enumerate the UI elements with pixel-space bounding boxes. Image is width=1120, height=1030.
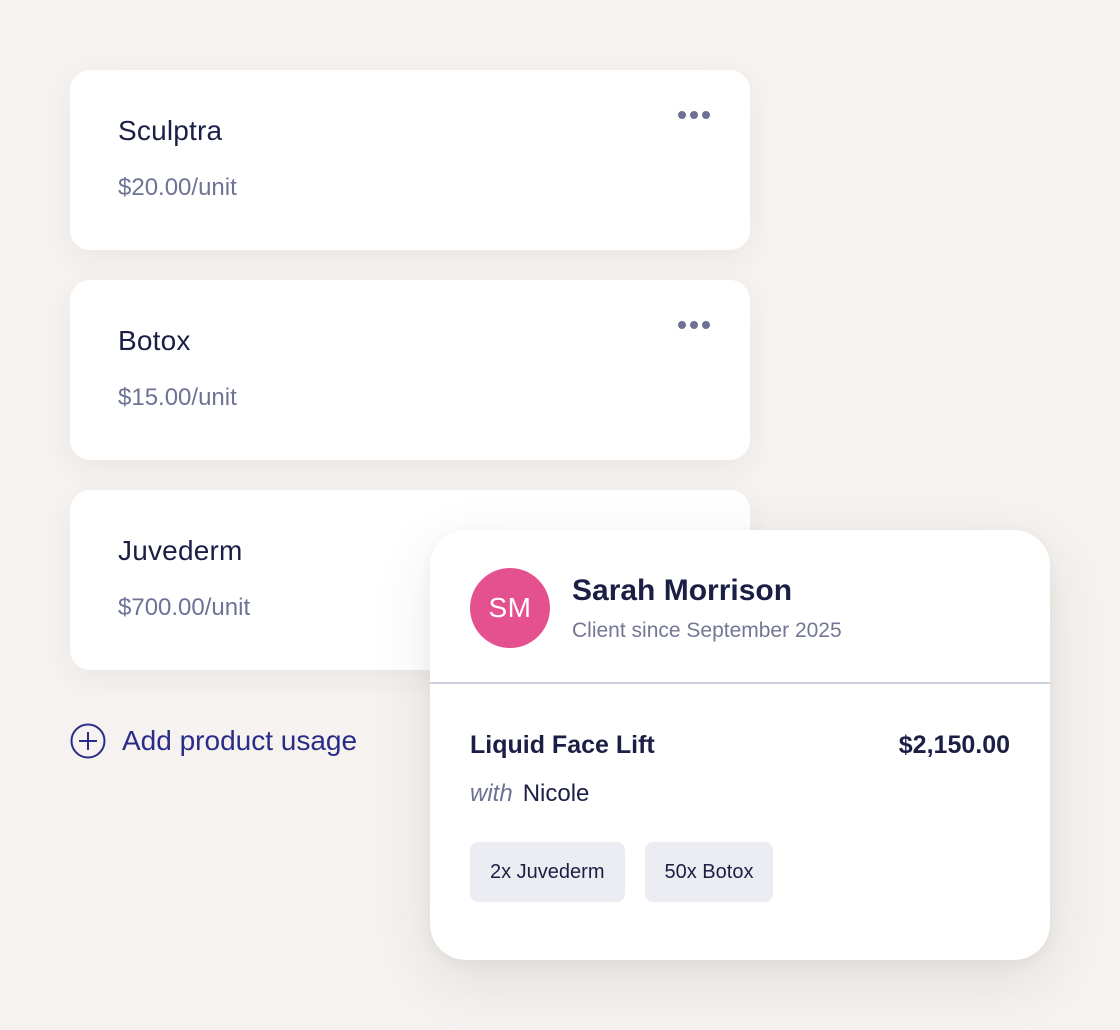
product-usage-tags: 2x Juvederm 50x Botox bbox=[470, 842, 774, 902]
product-price: $700.00/unit bbox=[118, 594, 251, 621]
product-price: $20.00/unit bbox=[118, 174, 237, 201]
add-product-usage-button[interactable]: Add product usage bbox=[70, 722, 357, 760]
client-appointment-card: SM Sarah Morrison Client since September… bbox=[430, 530, 1050, 960]
more-options-button[interactable] bbox=[674, 314, 714, 336]
add-product-usage-label: Add product usage bbox=[122, 725, 358, 756]
plus-circle-icon bbox=[70, 723, 106, 759]
provider-prefix: with bbox=[470, 780, 513, 807]
divider bbox=[430, 682, 1050, 684]
product-usage-tag: 2x Juvederm bbox=[470, 842, 625, 902]
product-name: Botox bbox=[118, 325, 191, 356]
more-horizontal-icon bbox=[678, 321, 710, 329]
product-usage-tag: 50x Botox bbox=[644, 842, 774, 902]
client-since: Client since September 2025 bbox=[572, 619, 842, 642]
service-price: $2,150.00 bbox=[898, 731, 1010, 759]
more-horizontal-icon bbox=[678, 111, 710, 119]
product-name: Sculptra bbox=[118, 115, 223, 146]
product-card-botox[interactable]: Botox $15.00/unit bbox=[70, 280, 750, 460]
client-name: Sarah Morrison bbox=[572, 574, 793, 607]
more-options-button[interactable] bbox=[674, 104, 714, 126]
avatar: SM bbox=[470, 568, 550, 648]
service-name: Liquid Face Lift bbox=[470, 731, 655, 759]
product-price: $15.00/unit bbox=[118, 384, 237, 411]
provider-row: with Nicole bbox=[470, 780, 589, 808]
product-name: Juvederm bbox=[118, 535, 243, 566]
product-card-sculptra[interactable]: Sculptra $20.00/unit bbox=[70, 70, 750, 250]
provider-name: Nicole bbox=[522, 780, 590, 807]
